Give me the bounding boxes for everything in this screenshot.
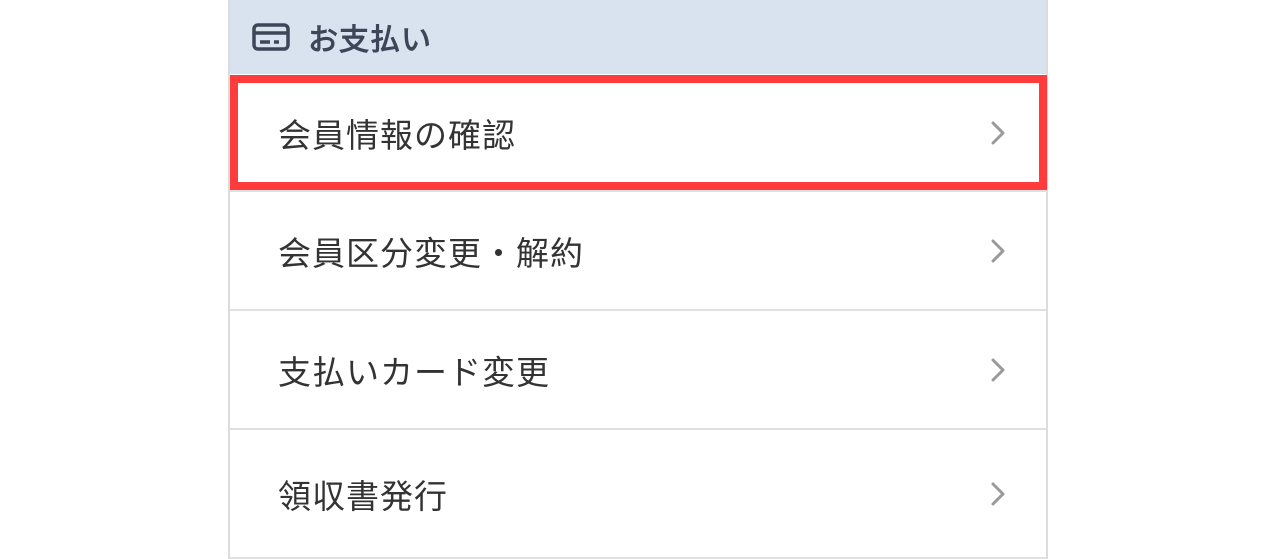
- chevron-right-icon: [988, 120, 1008, 146]
- chevron-right-icon: [988, 481, 1008, 507]
- menu-item-member-info[interactable]: 会員情報の確認: [230, 76, 1046, 192]
- menu-item-label: 領収書発行: [278, 476, 448, 516]
- payment-menu-panel: お支払い 会員情報の確認 会員区分変更・解約 支払いカード変更 領収書発行: [228, 0, 1048, 559]
- section-title: お支払い: [308, 23, 432, 58]
- chevron-right-icon: [988, 357, 1008, 383]
- menu-item-label: 会員区分変更・解約: [278, 233, 584, 273]
- menu-item-label: 会員情報の確認: [278, 116, 516, 155]
- menu-item-card-change[interactable]: 支払いカード変更: [230, 311, 1046, 430]
- chevron-right-icon: [988, 238, 1008, 264]
- menu-item-receipt[interactable]: 領収書発行: [230, 430, 1046, 559]
- credit-card-icon: [252, 22, 290, 52]
- section-header: お支払い: [230, 0, 1046, 74]
- menu-item-label: 支払いカード変更: [278, 352, 550, 392]
- menu-item-membership-change[interactable]: 会員区分変更・解約: [230, 192, 1046, 311]
